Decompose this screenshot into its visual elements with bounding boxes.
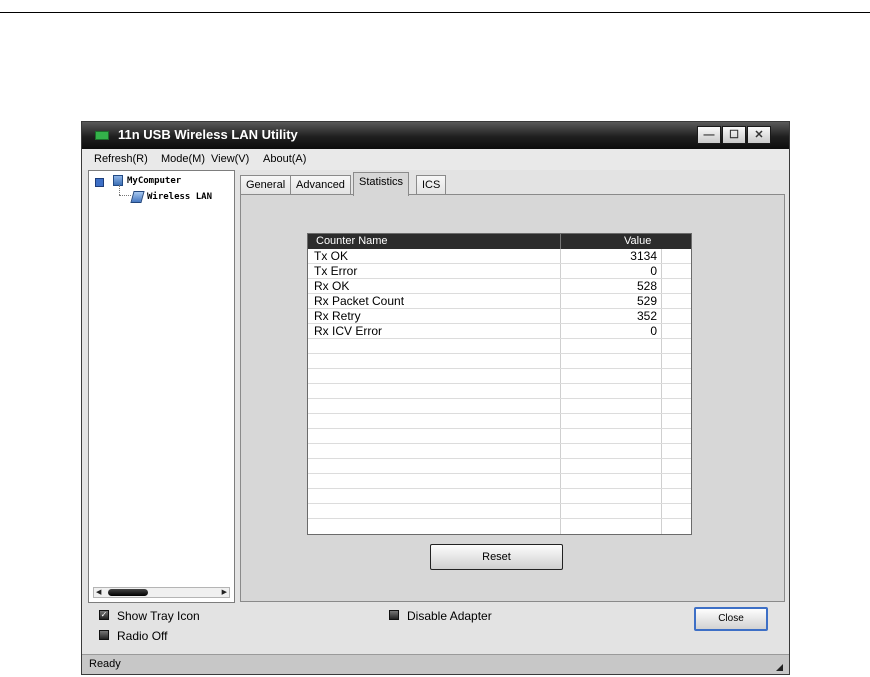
menu-mode[interactable]: Mode(M) [161, 153, 205, 165]
tree-connector [119, 195, 131, 197]
counter-value: 528 [636, 279, 657, 293]
disable-adapter-checkbox[interactable] [389, 610, 399, 620]
tab-statistics[interactable]: Statistics [353, 172, 410, 196]
table-row[interactable]: Rx Retry 352 [308, 309, 691, 324]
menu-about[interactable]: About(A) [263, 153, 306, 165]
tree-expander-icon[interactable] [95, 178, 104, 187]
tab-advanced[interactable]: Advanced [290, 175, 351, 195]
empty-table-row [308, 414, 691, 429]
counter-value: 3134 [630, 249, 657, 263]
wireless-adapter-icon [130, 191, 145, 203]
tab-ics[interactable]: ICS [416, 175, 447, 195]
counter-name: Rx Retry [314, 309, 361, 323]
empty-table-row [308, 339, 691, 354]
empty-table-row [308, 489, 691, 504]
scroll-left-arrow-icon[interactable]: ◀ [96, 588, 101, 597]
tree-node-wireless-lan[interactable]: Wireless LAN [147, 192, 212, 202]
title-bar[interactable]: 11n USB Wireless LAN Utility — ☐ ✕ [82, 122, 789, 149]
tree-connector [119, 185, 121, 195]
close-button[interactable]: Close [694, 607, 768, 631]
empty-table-row [308, 429, 691, 444]
counter-name: Rx OK [314, 279, 350, 293]
computer-icon [113, 175, 123, 186]
counter-value: 0 [650, 324, 657, 338]
counter-name: Rx Packet Count [314, 294, 405, 308]
menu-bar: Refresh(R) Mode(M) View(V) About(A) [82, 149, 789, 170]
header-divider [560, 234, 561, 249]
radio-off-label: Radio Off [117, 629, 168, 643]
column-header-value[interactable]: Value [624, 235, 651, 247]
close-window-button[interactable]: ✕ [747, 126, 771, 144]
table-row[interactable]: Rx Packet Count 529 [308, 294, 691, 309]
scroll-thumb[interactable] [108, 589, 148, 596]
menu-view[interactable]: View(V) [211, 153, 249, 165]
counter-value: 529 [636, 294, 657, 308]
show-tray-icon-label: Show Tray Icon [117, 609, 200, 623]
empty-table-row [308, 384, 691, 399]
reset-button[interactable]: Reset [430, 544, 563, 570]
status-bar: Ready [82, 654, 789, 674]
tab-general[interactable]: General [240, 175, 292, 195]
tree-horizontal-scrollbar[interactable]: ◀ ▶ [93, 587, 230, 598]
counter-value: 0 [650, 264, 657, 278]
empty-table-row [308, 504, 691, 519]
maximize-button[interactable]: ☐ [722, 126, 746, 144]
app-icon [95, 131, 109, 140]
counter-name: Tx OK [314, 249, 349, 263]
top-divider [0, 12, 870, 13]
minimize-button[interactable]: — [697, 126, 721, 144]
device-tree: MyComputer Wireless LAN ◀ ▶ [88, 170, 235, 603]
empty-table-row [308, 354, 691, 369]
status-text: Ready [89, 658, 121, 670]
empty-table-row [308, 444, 691, 459]
statistics-table: Counter Name Value Tx OK 3134 Tx Error 0… [307, 233, 692, 535]
empty-table-row [308, 459, 691, 474]
empty-table-row [308, 369, 691, 384]
menu-refresh[interactable]: Refresh(R) [94, 153, 148, 165]
empty-table-row [308, 474, 691, 489]
resize-grip-icon[interactable] [776, 664, 783, 671]
counter-name: Rx ICV Error [314, 324, 383, 338]
table-row[interactable]: Rx ICV Error 0 [308, 324, 691, 339]
window-title: 11n USB Wireless LAN Utility [118, 127, 298, 142]
column-header-counter-name[interactable]: Counter Name [316, 235, 388, 247]
disable-adapter-label: Disable Adapter [407, 609, 492, 623]
show-tray-icon-checkbox[interactable]: ✓ [99, 610, 109, 620]
tree-node-mycomputer[interactable]: MyComputer [127, 176, 181, 186]
table-row[interactable]: Tx OK 3134 [308, 249, 691, 264]
table-row[interactable]: Tx Error 0 [308, 264, 691, 279]
statistics-panel: Counter Name Value Tx OK 3134 Tx Error 0… [240, 194, 785, 602]
utility-window: 11n USB Wireless LAN Utility — ☐ ✕ Refre… [81, 121, 790, 675]
radio-off-checkbox[interactable] [99, 630, 109, 640]
empty-table-row [308, 399, 691, 414]
counter-name: Tx Error [314, 264, 358, 278]
counter-value: 352 [636, 309, 657, 323]
table-row[interactable]: Rx OK 528 [308, 279, 691, 294]
table-header: Counter Name Value [308, 234, 691, 249]
scroll-right-arrow-icon[interactable]: ▶ [222, 588, 227, 597]
